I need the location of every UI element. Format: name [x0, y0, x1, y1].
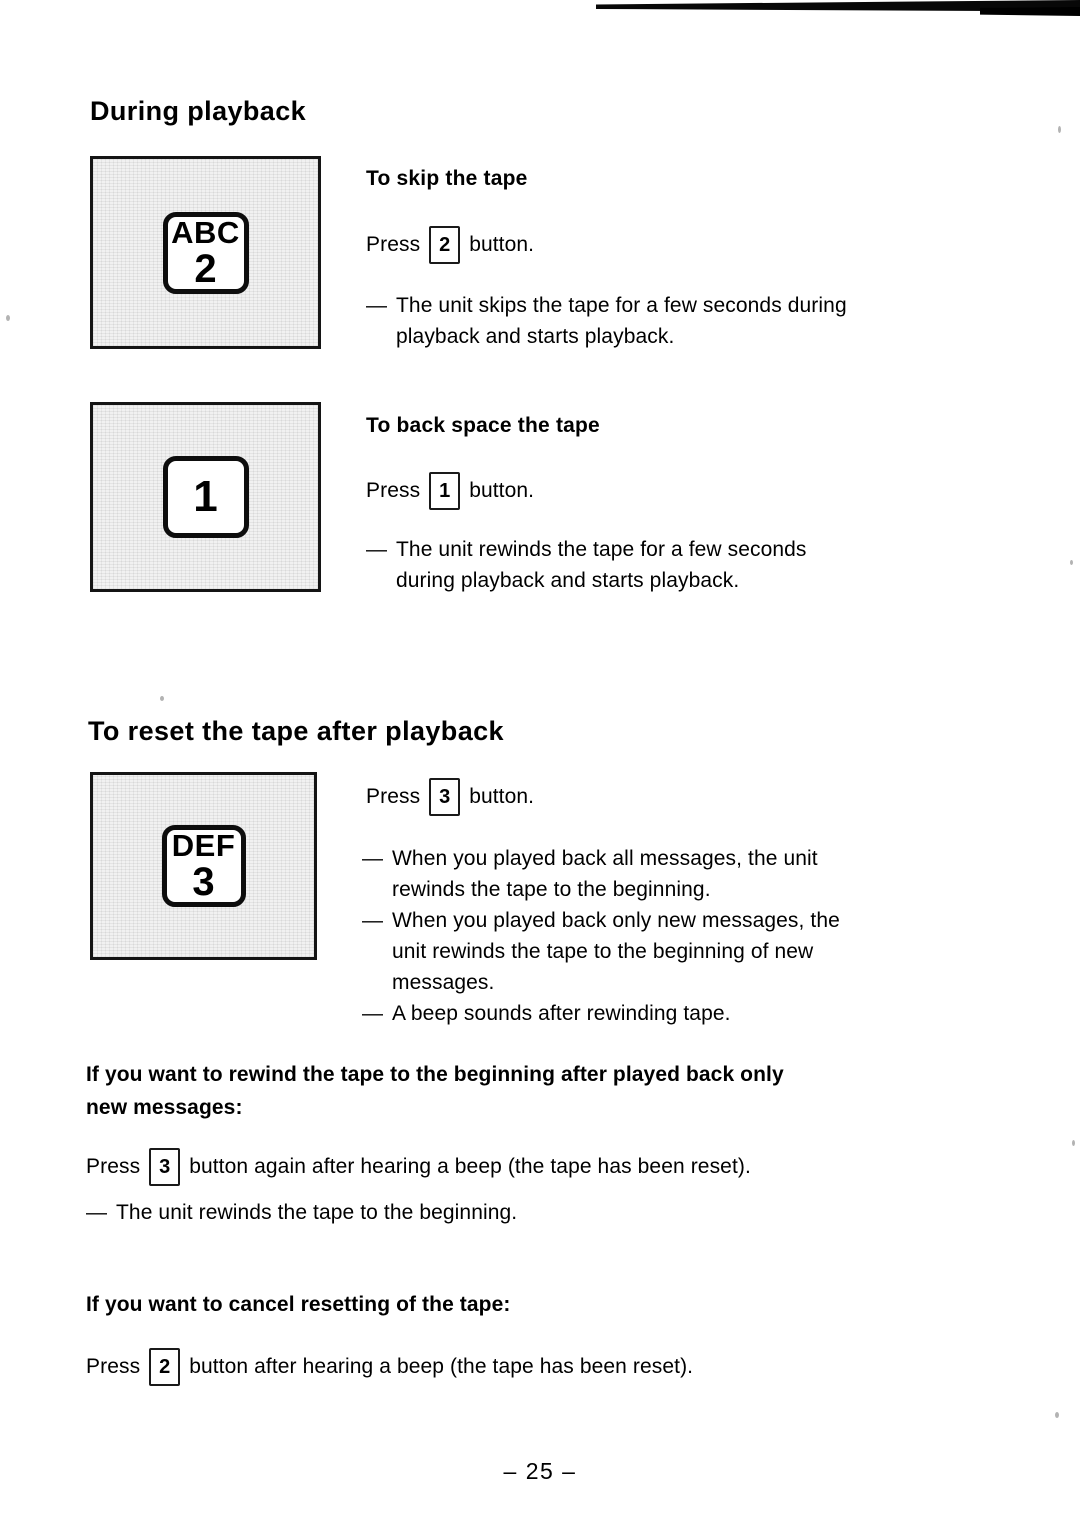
- press-instruction-rewind-again: Press 3 button again after hearing a bee…: [86, 1148, 751, 1186]
- scan-speck: [6, 315, 10, 321]
- footnote-heading-line: If you want to cancel resetting of the t…: [86, 1293, 511, 1316]
- device-key-1: 1: [162, 456, 249, 538]
- footnote-heading-cancel-resetting: If you want to cancel resetting of the t…: [86, 1288, 986, 1321]
- press-instruction-backspace: Press 1 button.: [366, 472, 534, 510]
- press-instruction-skip: Press 2 button.: [366, 226, 534, 264]
- device-key-3: DEF 3: [161, 825, 246, 907]
- note-reset-all-messages: — When you played back all messages, the…: [362, 843, 972, 905]
- press-prefix: Press: [366, 233, 421, 256]
- keycap-3: 3: [429, 778, 461, 816]
- note-line: rewinds the tape to the beginning.: [392, 878, 711, 901]
- keycap-2: 2: [149, 1348, 181, 1386]
- press-prefix: Press: [86, 1155, 141, 1178]
- em-dash: —: [362, 1002, 384, 1025]
- note-line: When you played back only new messages, …: [392, 909, 840, 932]
- press-instruction-cancel-reset: Press 2 button after hearing a beep (the…: [86, 1348, 693, 1386]
- em-dash: —: [366, 538, 388, 561]
- em-dash: —: [362, 847, 384, 870]
- subheading-to-skip-the-tape: To skip the tape: [366, 167, 528, 190]
- scan-speck: [1072, 1140, 1075, 1146]
- em-dash: —: [366, 294, 388, 317]
- note-skip: — The unit skips the tape for a few seco…: [366, 290, 966, 352]
- scan-speck: [160, 696, 164, 701]
- press-prefix: Press: [366, 785, 421, 808]
- press-suffix: button.: [469, 785, 535, 808]
- keycap-1: 1: [429, 472, 461, 510]
- keycap-2: 2: [429, 226, 461, 264]
- scan-speck: [1055, 1412, 1059, 1418]
- footnote-heading-rewind-to-beginning: If you want to rewind the tape to the be…: [86, 1058, 986, 1124]
- note-line: When you played back all messages, the u…: [392, 847, 818, 870]
- note-line: A beep sounds after rewinding tape.: [392, 1002, 731, 1025]
- footnote-heading-line: new messages:: [86, 1096, 243, 1119]
- note-reset-new-messages: — When you played back only new messages…: [362, 905, 972, 998]
- illustration-key-def-3: DEF 3: [90, 772, 317, 960]
- note-line: The unit rewinds the tape to the beginni…: [116, 1201, 518, 1224]
- em-dash: —: [362, 909, 384, 932]
- note-backspace: — The unit rewinds the tape for a few se…: [366, 534, 966, 596]
- note-line: messages.: [392, 971, 495, 994]
- page-number: – 25 –: [503, 1458, 577, 1484]
- subheading-to-back-space-the-tape: To back space the tape: [366, 414, 600, 437]
- device-key-letters: ABC: [171, 214, 240, 250]
- note-line: The unit rewinds the tape for a few seco…: [396, 538, 807, 561]
- note-line: unit rewinds the tape to the beginning o…: [392, 940, 814, 963]
- em-dash: —: [86, 1201, 108, 1224]
- device-key-2: ABC 2: [162, 211, 249, 294]
- scan-speck: [1070, 560, 1073, 565]
- press-suffix: button after hearing a beep (the tape ha…: [189, 1355, 694, 1378]
- keycap-3: 3: [149, 1148, 181, 1186]
- note-rewinds-to-beginning: — The unit rewinds the tape to the begin…: [86, 1197, 786, 1228]
- section-heading-during-playback: During playback: [90, 96, 307, 126]
- illustration-key-abc-2: ABC 2: [90, 156, 321, 349]
- press-prefix: Press: [366, 479, 421, 502]
- scan-artifact-streak-tip: [980, 7, 1080, 16]
- press-suffix: button.: [469, 233, 535, 256]
- footnote-heading-line: If you want to rewind the tape to the be…: [86, 1063, 784, 1086]
- section-heading-reset-tape: To reset the tape after playback: [88, 716, 504, 746]
- note-line: playback and starts playback.: [396, 325, 675, 348]
- device-key-digit: 1: [193, 472, 218, 521]
- press-suffix: button again after hearing a beep (the t…: [189, 1155, 751, 1178]
- document-page: During playback ABC 2 To skip the tape P…: [0, 0, 1080, 1515]
- note-beep-after-rewinding: — A beep sounds after rewinding tape.: [362, 998, 972, 1029]
- press-prefix: Press: [86, 1355, 141, 1378]
- note-line: during playback and starts playback.: [396, 569, 740, 592]
- device-key-letters: DEF: [171, 828, 236, 863]
- press-suffix: button.: [469, 479, 535, 502]
- illustration-key-1: 1: [90, 402, 321, 592]
- scan-speck: [1058, 126, 1061, 133]
- device-key-digit: 3: [192, 860, 215, 904]
- note-line: The unit skips the tape for a few second…: [396, 294, 847, 317]
- device-key-digit: 2: [194, 246, 217, 291]
- press-instruction-reset: Press 3 button.: [366, 778, 534, 816]
